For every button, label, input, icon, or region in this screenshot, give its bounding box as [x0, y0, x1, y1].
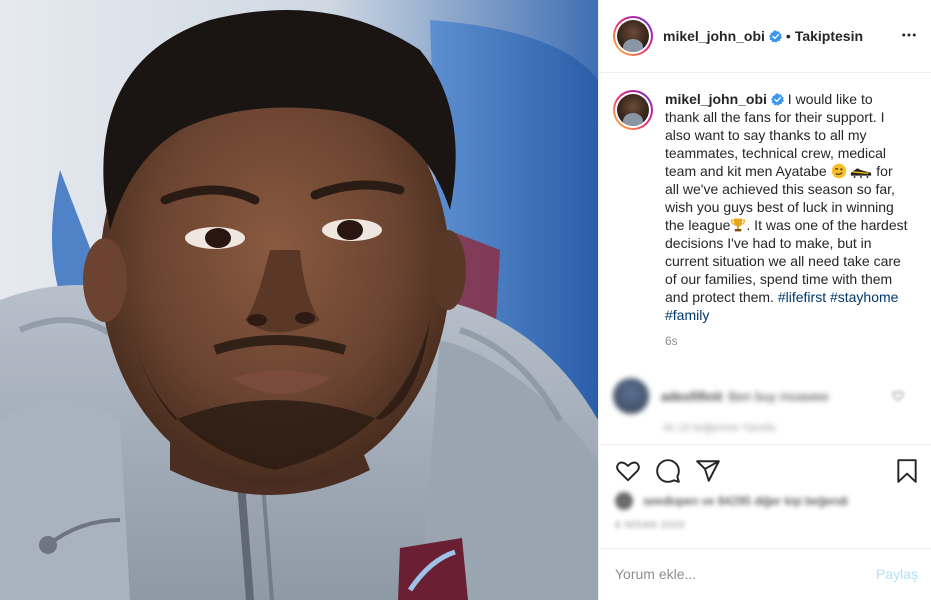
hashtag-link[interactable]: #lifefirst [778, 289, 826, 305]
verified-badge-icon [770, 93, 784, 106]
trophy-emoji-icon [731, 218, 746, 232]
likes-text: seedlopen ve 84295 diğer kişi beğendi [643, 494, 848, 508]
post-side-panel: mikel_john_obi • Takiptesin mikel_john_o… [598, 0, 931, 600]
caption-username[interactable]: mikel_john_obi [665, 91, 767, 107]
wink-emoji-icon [831, 163, 846, 179]
verified-badge-icon [768, 29, 782, 43]
author-avatar[interactable] [613, 16, 653, 56]
likes-summary[interactable]: seedlopen ve 84295 diğer kişi beğendi [615, 492, 915, 510]
post-date: 6 NİSAN 2020 [615, 520, 685, 531]
follow-state-button[interactable]: Takiptesin [795, 28, 863, 44]
bookmark-icon[interactable] [894, 458, 920, 484]
caption-avatar[interactable] [613, 90, 653, 130]
heart-icon[interactable] [615, 458, 641, 484]
author-username[interactable]: mikel_john_obi [663, 28, 765, 44]
post-actions-bar [599, 444, 931, 492]
caption-area: mikel_john_obi I would like to thank all… [613, 90, 918, 348]
more-options-icon[interactable] [900, 26, 918, 44]
comment-text: Ben buy moawee [728, 388, 829, 404]
post-time-ago[interactable]: 6s [665, 334, 918, 348]
post-comment-button[interactable]: Paylaş [876, 566, 918, 582]
comment-icon[interactable] [655, 458, 681, 484]
caption-text: mikel_john_obi I would like to thank all… [665, 90, 910, 324]
commenter-avatar[interactable] [613, 378, 649, 414]
hashtag-link[interactable]: #stayhome [830, 289, 898, 305]
post-photo-illustration [0, 0, 598, 600]
football-boot-emoji-icon [851, 168, 872, 178]
comment-meta[interactable]: 4s 19 beğenme Yanıtla [663, 422, 918, 434]
post-header: mikel_john_obi • Takiptesin [599, 0, 931, 73]
header-separator: • [785, 28, 791, 44]
liker-avatar [615, 492, 633, 510]
comment-like-heart-icon[interactable] [892, 390, 904, 402]
hashtag-link[interactable]: #family [665, 307, 709, 323]
comment-input[interactable] [615, 563, 865, 585]
add-comment-bar: Paylaş [599, 548, 931, 600]
post-photo[interactable] [0, 0, 598, 600]
comment-item: adesfifinit Ben buy moawee 4s 19 beğenme… [613, 378, 918, 434]
commenter-username[interactable]: adesfifinit [661, 389, 722, 404]
paper-plane-icon[interactable] [695, 458, 721, 484]
